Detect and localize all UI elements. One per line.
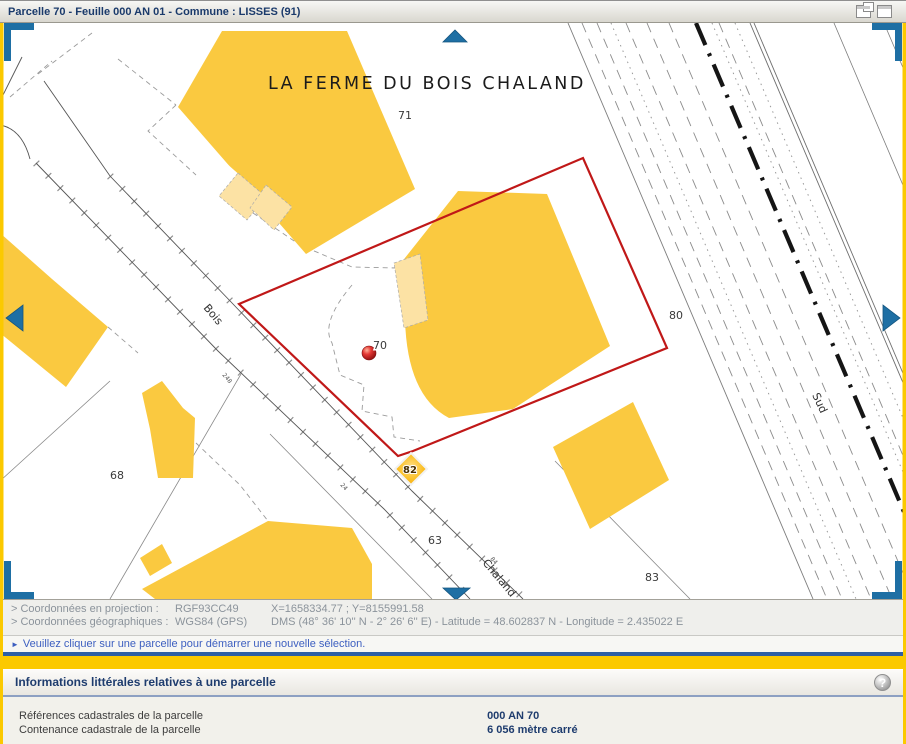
cadastral-reference-label: Références cadastrales de la parcelle xyxy=(19,709,484,723)
projection-label: > Coordonnées en projection : xyxy=(11,603,175,616)
restore-window-icon[interactable] xyxy=(856,5,871,18)
geographic-label: > Coordonnées géographiques : xyxy=(11,616,175,629)
right-page-strip xyxy=(903,23,906,599)
info-panel-header: Informations littérales relatives à une … xyxy=(3,669,903,697)
instruction-bar: ► Veuillez cliquer sur une parcelle pour… xyxy=(3,635,903,652)
projection-system: RGF93CC49 xyxy=(175,603,271,616)
parcel-70-label[interactable]: 70 xyxy=(373,339,387,352)
geographic-coordinates-row: > Coordonnées géographiques : WGS84 (GPS… xyxy=(3,616,903,629)
cadastral-area-row: Contenance cadastrale de la parcelle 6 0… xyxy=(19,723,903,737)
cadastral-reference-row: Références cadastrales de la parcelle 00… xyxy=(19,709,903,723)
window-controls xyxy=(856,5,892,18)
geographic-value: DMS (48° 36' 10'' N - 2° 26' 6'' E) - La… xyxy=(271,616,903,629)
cadastral-area-value: 6 056 mètre carré xyxy=(487,724,578,736)
map-viewport[interactable]: LA FERME DU BOIS CHALAND 71 80 70 68 63 … xyxy=(0,23,906,599)
parcel-68-label[interactable]: 68 xyxy=(110,469,124,482)
parcel-63-label[interactable]: 63 xyxy=(428,534,442,547)
help-icon[interactable]: ? xyxy=(874,674,891,691)
coordinates-status-bar: > Coordonnées en projection : RGF93CC49 … xyxy=(3,599,903,635)
left-page-strip xyxy=(0,23,4,599)
parcel-info-panel: Informations littérales relatives à une … xyxy=(3,669,903,744)
geographic-system: WGS84 (GPS) xyxy=(175,616,271,629)
info-panel-title: Informations littérales relatives à une … xyxy=(15,675,276,689)
cadastral-reference-value: 000 AN 70 xyxy=(487,710,539,722)
projection-value: X=1658334.77 ; Y=8155991.58 xyxy=(271,603,903,616)
instruction-text: Veuillez cliquer sur une parcelle pour d… xyxy=(23,638,365,650)
window-title: Parcelle 70 - Feuille 000 AN 01 - Commun… xyxy=(0,6,300,18)
maximize-window-icon[interactable] xyxy=(877,5,892,18)
page-gap xyxy=(0,656,906,669)
projection-coordinates-row: > Coordonnées en projection : RGF93CC49 … xyxy=(3,603,903,616)
cadastral-area-label: Contenance cadastrale de la parcelle xyxy=(19,723,484,737)
map-canvas[interactable]: LA FERME DU BOIS CHALAND 71 80 70 68 63 … xyxy=(0,23,906,599)
parcel-80-label[interactable]: 80 xyxy=(669,309,683,322)
cadastre-app-window: Parcelle 70 - Feuille 000 AN 01 - Commun… xyxy=(0,0,906,739)
place-name-label: LA FERME DU BOIS CHALAND xyxy=(268,74,586,94)
parcel-83-label[interactable]: 83 xyxy=(645,571,659,584)
info-panel-body: Références cadastrales de la parcelle 00… xyxy=(3,697,903,737)
parcel-71-label[interactable]: 71 xyxy=(398,109,412,122)
bullet-icon: ► xyxy=(3,640,23,649)
parcel-82-label[interactable]: 82 xyxy=(403,465,417,476)
window-title-bar: Parcelle 70 - Feuille 000 AN 01 - Commun… xyxy=(0,0,906,23)
